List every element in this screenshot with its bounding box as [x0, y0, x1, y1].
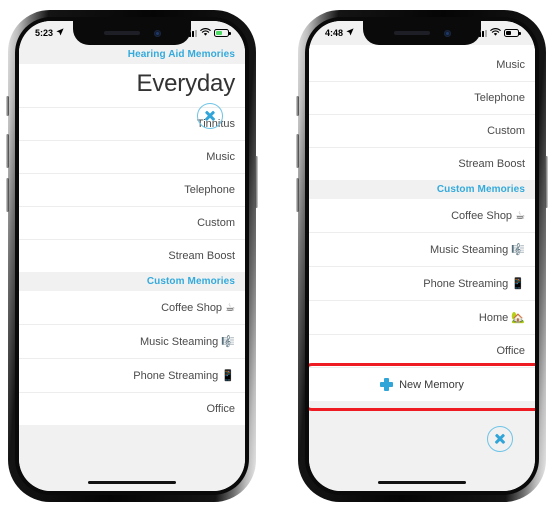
house-icon: 🏡 — [511, 312, 525, 324]
list-item-label: Phone Streaming — [423, 278, 509, 290]
close-button[interactable] — [487, 426, 513, 452]
coffee-icon: ☕ — [515, 210, 525, 222]
list-item-label: Phone Streaming — [133, 370, 219, 382]
list-item-label: Music Steaming — [429, 244, 509, 256]
mobile-phone-icon: 📱 — [221, 370, 235, 382]
phone-bezel-left: 5:23 Hearing Aid Memories Everyday Tinni… — [15, 17, 249, 495]
list-item-label: Coffee Shop — [451, 210, 513, 222]
mobile-phone-icon: 📱 — [511, 278, 525, 290]
new-memory-label: New Memory — [399, 378, 464, 391]
status-bar-left-group: 4:48 — [325, 28, 354, 38]
list-item[interactable]: Custom — [309, 114, 535, 147]
phone-screen-right: 4:48 Music Telephone Custom Stream Boost… — [309, 21, 535, 491]
memory-list-primary-right: Music Telephone Custom Stream Boost — [309, 45, 535, 180]
list-item[interactable]: Phone Streaming 📱 — [309, 266, 535, 300]
list-item[interactable]: Phone Streaming 📱 — [19, 358, 245, 392]
volume-up-button[interactable] — [6, 134, 9, 168]
silent-switch[interactable] — [6, 96, 9, 116]
front-camera-icon — [443, 29, 451, 37]
battery-charging-icon — [214, 29, 231, 37]
list-item[interactable]: Music — [309, 49, 535, 81]
screen-content-right: Music Telephone Custom Stream Boost Cust… — [309, 45, 535, 491]
battery-icon — [504, 29, 521, 37]
list-item[interactable]: Telephone — [19, 173, 245, 206]
music-score-icon: 🎼 — [221, 336, 235, 348]
list-item-label: Home — [478, 312, 509, 324]
screen-content-left: Hearing Aid Memories Everyday Tinnitus M… — [19, 45, 245, 491]
front-camera-icon — [153, 29, 161, 37]
wifi-icon — [200, 28, 211, 38]
notch-right — [363, 21, 481, 45]
phone-screen-left: 5:23 Hearing Aid Memories Everyday Tinni… — [19, 21, 245, 491]
status-bar-left-group: 5:23 — [35, 28, 64, 38]
close-button-wrap-right — [487, 426, 513, 452]
phone-right: 4:48 Music Telephone Custom Stream Boost… — [296, 10, 548, 502]
memory-list-custom-right: Coffee Shop ☕ Music Steaming 🎼 Phone Str… — [309, 199, 535, 401]
status-bar-right-group — [186, 28, 231, 38]
section-header-custom-memories: Custom Memories — [309, 180, 535, 199]
status-bar-right-group — [476, 28, 521, 38]
phone-left: 5:23 Hearing Aid Memories Everyday Tinni… — [6, 10, 258, 502]
home-indicator[interactable] — [88, 480, 176, 484]
volume-down-button[interactable] — [6, 178, 9, 212]
list-item[interactable]: Music Steaming 🎼 — [19, 324, 245, 358]
silent-switch[interactable] — [296, 96, 299, 116]
power-button[interactable] — [255, 156, 258, 208]
music-score-icon: 🎼 — [511, 244, 525, 256]
list-item[interactable]: Coffee Shop ☕ — [309, 199, 535, 232]
list-item[interactable]: Stream Boost — [19, 239, 245, 272]
list-item[interactable]: Stream Boost — [309, 147, 535, 180]
list-item[interactable]: Home 🏡 — [309, 300, 535, 334]
list-item[interactable]: Custom — [19, 206, 245, 239]
home-indicator[interactable] — [378, 480, 466, 484]
earpiece-speaker-icon — [393, 31, 430, 35]
new-memory-row[interactable]: New Memory — [309, 367, 535, 401]
volume-up-button[interactable] — [296, 134, 299, 168]
close-button[interactable] — [197, 103, 223, 129]
list-item[interactable]: Music — [19, 140, 245, 173]
list-item-label: Music Steaming — [139, 336, 219, 348]
volume-down-button[interactable] — [296, 178, 299, 212]
memory-list-primary-left: Everyday Tinnitus Music Telephone Custom… — [19, 64, 245, 272]
notch-left — [73, 21, 191, 45]
current-memory-title: Everyday — [19, 64, 245, 107]
location-arrow-icon — [346, 28, 354, 38]
status-time: 5:23 — [35, 28, 54, 38]
screenshot-stage: 5:23 Hearing Aid Memories Everyday Tinni… — [0, 0, 548, 512]
phone-bezel-right: 4:48 Music Telephone Custom Stream Boost… — [305, 17, 539, 495]
list-item[interactable]: Office — [19, 392, 245, 425]
location-arrow-icon — [56, 28, 64, 38]
list-item[interactable]: Music Steaming 🎼 — [309, 232, 535, 266]
list-item-label: Coffee Shop — [161, 302, 223, 314]
wifi-icon — [490, 28, 501, 38]
section-header-hearing-aid-memories: Hearing Aid Memories — [19, 45, 245, 64]
status-time: 4:48 — [325, 28, 344, 38]
close-button-wrap-left — [197, 103, 223, 129]
coffee-icon: ☕ — [225, 302, 235, 314]
list-item[interactable]: Telephone — [309, 81, 535, 114]
earpiece-speaker-icon — [103, 31, 140, 35]
list-item[interactable]: Coffee Shop ☕ — [19, 291, 245, 324]
list-item[interactable]: Office — [309, 334, 535, 367]
memory-list-custom-left: Coffee Shop ☕ Music Steaming 🎼 Phone Str… — [19, 291, 245, 425]
section-header-custom-memories: Custom Memories — [19, 272, 245, 291]
plus-icon — [380, 378, 394, 391]
